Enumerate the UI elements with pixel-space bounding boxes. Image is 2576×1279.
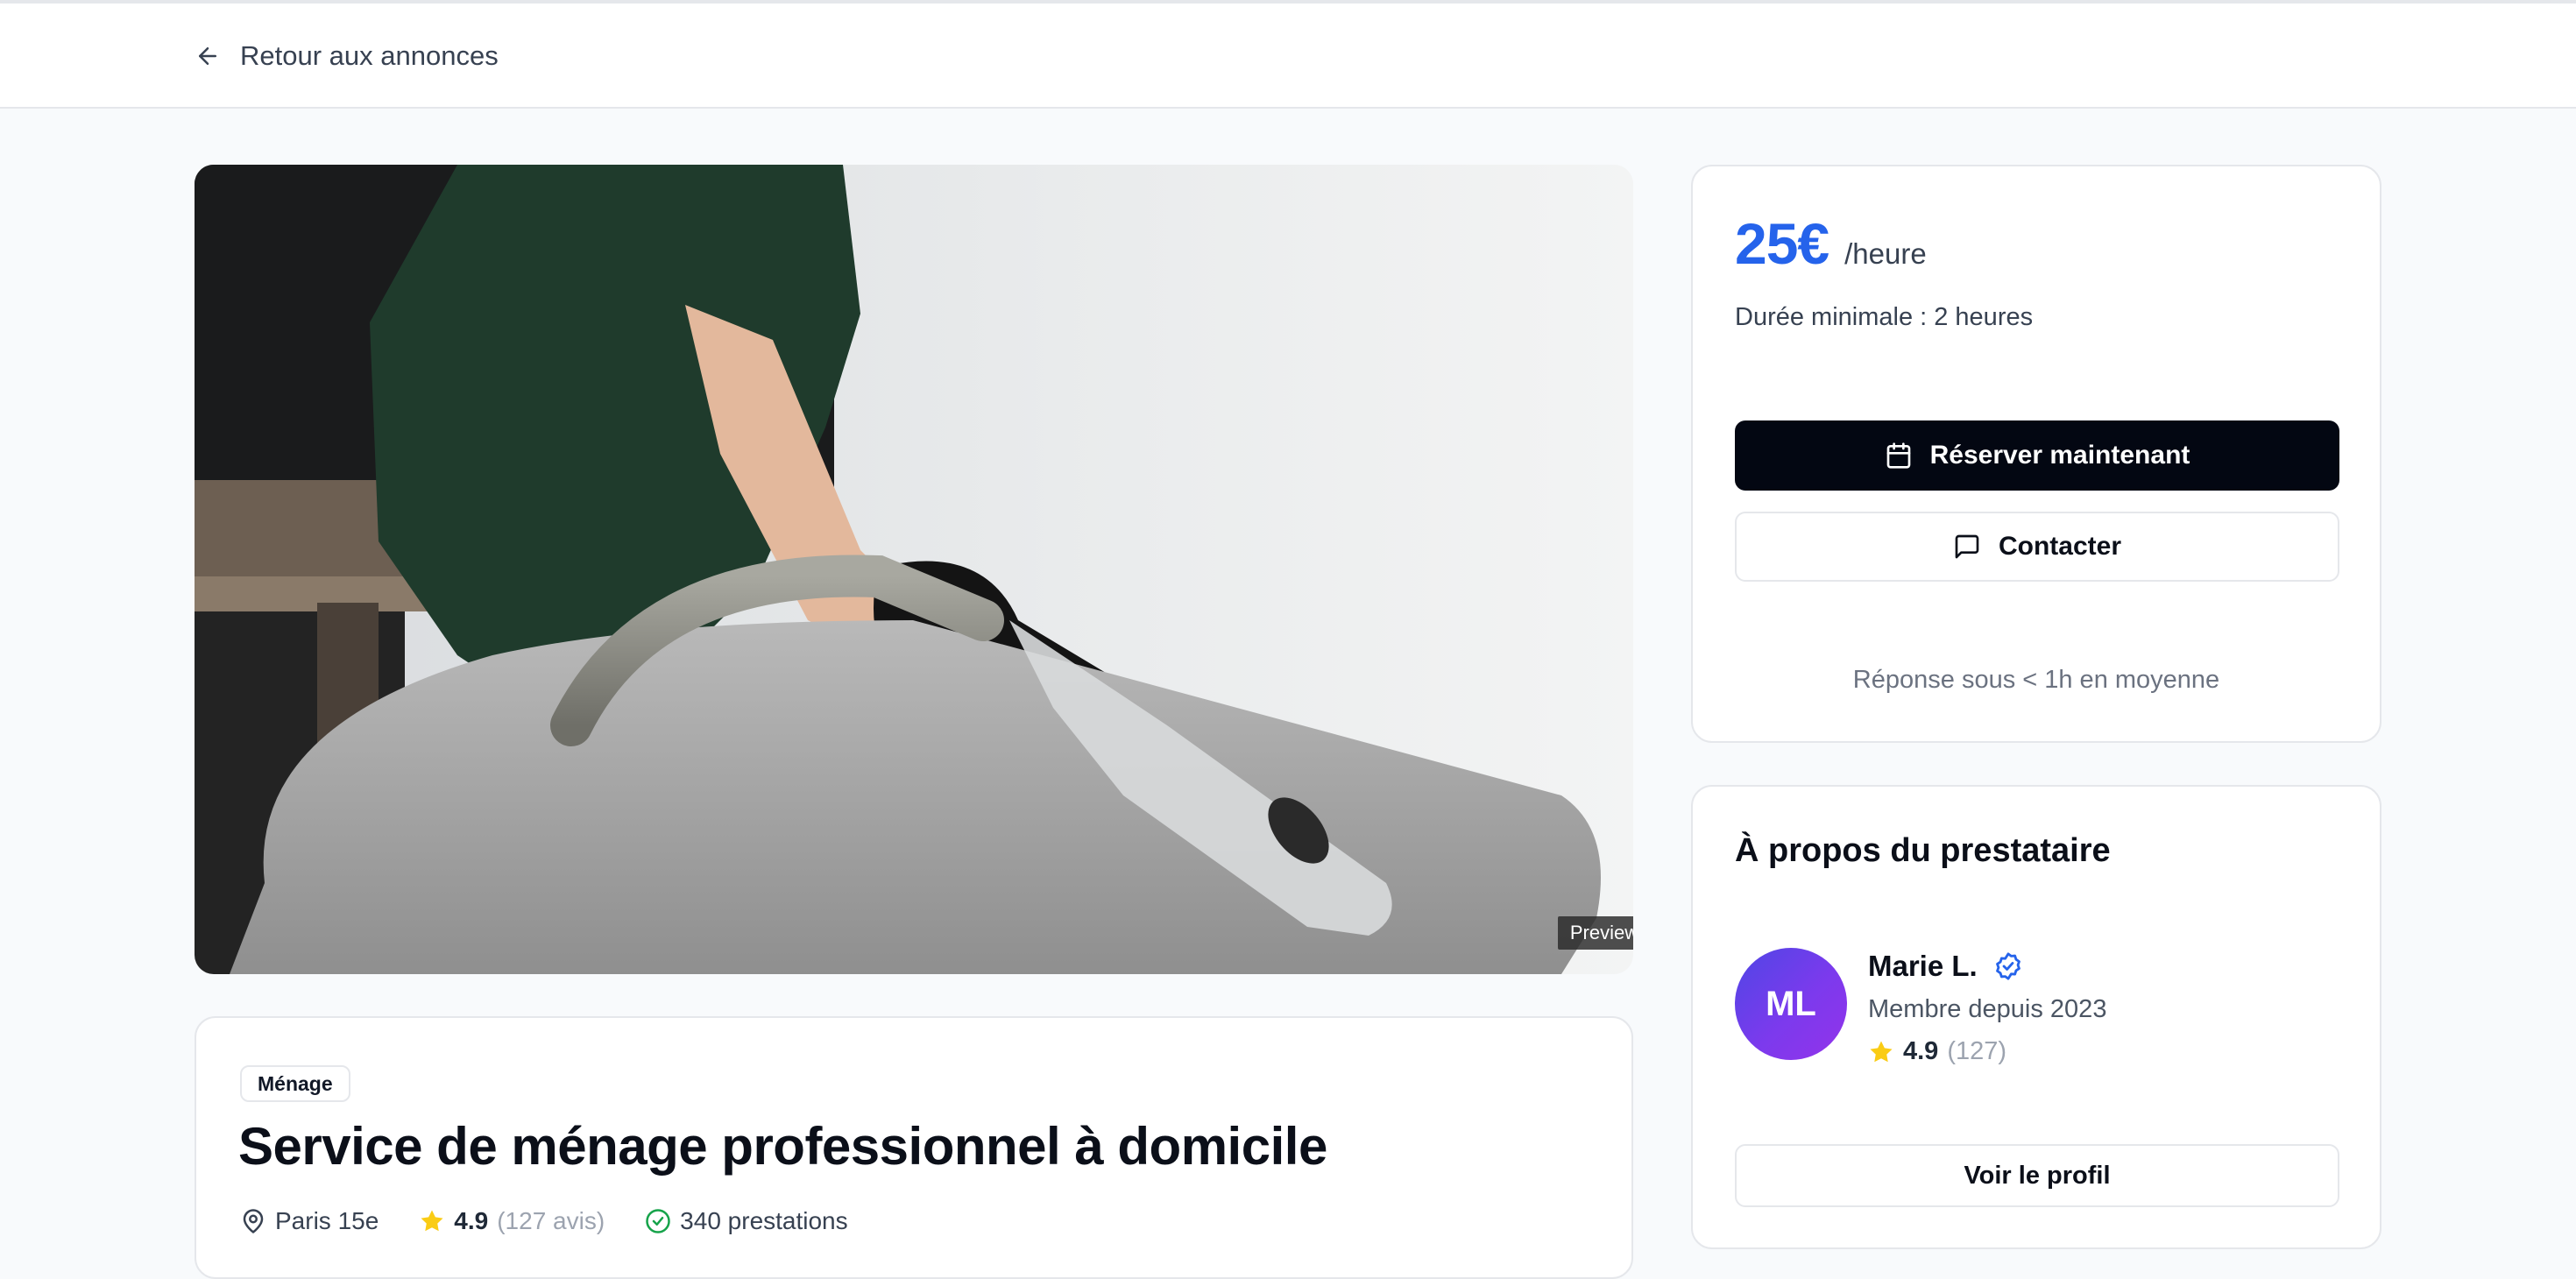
page-header: Retour aux annonces <box>0 4 2576 109</box>
completed-jobs: 340 prestations <box>645 1207 848 1235</box>
provider-section-title: À propos du prestataire <box>1735 832 2111 869</box>
preview-label: Preview <box>1558 916 1633 950</box>
member-since: Membre depuis 2023 <box>1868 995 2107 1023</box>
provider-name: Marie L. <box>1868 950 1978 982</box>
listing-meta: Paris 15e 4.9 (127 avis) 340 prestations <box>240 1207 888 1235</box>
provider-name-row: Marie L. <box>1868 950 2023 983</box>
price-line: 25€ /heure <box>1735 210 1927 277</box>
jobs-count: 340 prestations <box>680 1207 848 1234</box>
category-badge: Ménage <box>240 1065 350 1102</box>
location-label: Paris 15e <box>275 1207 379 1234</box>
view-profile-button[interactable]: Voir le profil <box>1735 1144 2339 1207</box>
avatar: ML <box>1735 948 1847 1060</box>
provider-card: À propos du prestataire ML Marie L. Memb… <box>1691 785 2381 1249</box>
star-icon <box>1870 1041 1893 1062</box>
calendar-icon <box>1886 442 1910 469</box>
cleaning-photo <box>195 165 1633 974</box>
price-unit: /heure <box>1844 237 1927 270</box>
provider-review-count: (127) <box>1947 1037 2007 1065</box>
map-pin-icon <box>243 1209 264 1233</box>
back-link-label: Retour aux annonces <box>240 40 499 71</box>
response-time: Réponse sous < 1h en moyenne <box>1852 666 2220 694</box>
message-square-icon <box>1955 534 1979 559</box>
contact-button[interactable]: Contacter <box>1735 512 2339 582</box>
star-icon <box>421 1210 443 1232</box>
book-now-label: Réserver maintenant <box>1929 441 2190 470</box>
contact-label: Contacter <box>1998 532 2122 561</box>
verified-badge-icon <box>1995 952 2020 980</box>
provider-rating: 4.9 (127) <box>1868 1037 2006 1066</box>
rating-value: 4.9 <box>454 1207 489 1234</box>
arrow-left-icon <box>199 47 216 65</box>
price: 25€ <box>1735 211 1829 276</box>
rating: 4.9 (127 avis) <box>419 1207 605 1235</box>
listing-hero-image: Preview <box>195 165 1633 974</box>
review-count: (127 avis) <box>497 1207 605 1234</box>
book-now-button[interactable]: Réserver maintenant <box>1735 420 2339 491</box>
listing-info-card: Ménage Service de ménage professionnel à… <box>195 1016 1633 1279</box>
listing-title: Service de ménage professionnel à domici… <box>238 1117 1327 1176</box>
minimum-duration: Durée minimale : 2 heures <box>1735 303 2034 331</box>
provider-rating-value: 4.9 <box>1903 1037 1939 1065</box>
location: Paris 15e <box>240 1207 379 1235</box>
back-to-listings-link[interactable]: Retour aux annonces <box>195 35 499 77</box>
check-circle-icon <box>646 1209 670 1233</box>
booking-card: 25€ /heure Durée minimale : 2 heures Rés… <box>1691 165 2381 743</box>
